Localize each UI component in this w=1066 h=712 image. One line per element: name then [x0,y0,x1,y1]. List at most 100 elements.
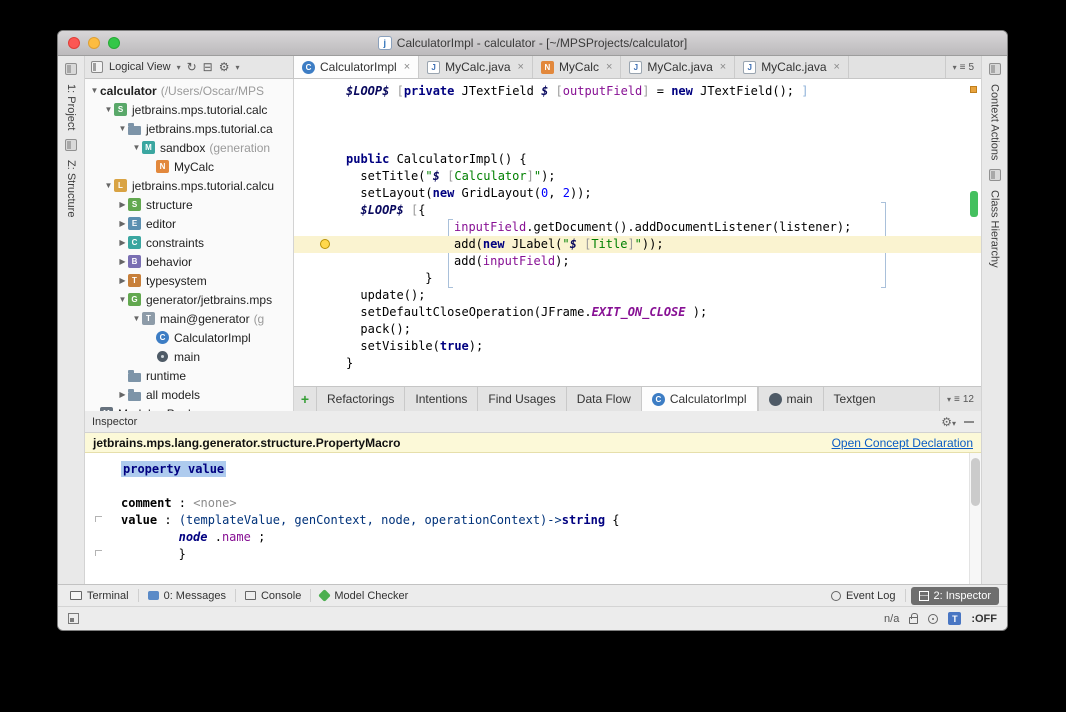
tool-tab-class-hierarchy[interactable]: Class Hierarchy [989,190,1001,268]
code-line[interactable]: public CalculatorImpl() { [294,151,981,168]
close-window-button[interactable] [68,37,80,49]
tool-tab-structure[interactable]: Z: Structure [65,160,77,217]
zoom-window-button[interactable] [108,37,120,49]
close-tab-icon[interactable]: × [834,61,840,73]
statusbar-button[interactable]: 0: Messages [144,590,230,602]
tab-overflow[interactable]: ▾ ≡ 5 [944,56,981,78]
warning-stripe-mark[interactable] [970,86,977,93]
tree-item[interactable]: ▶ all models [85,385,293,404]
chevron-down-icon[interactable]: ▾ [177,63,181,72]
window-titlebar[interactable]: j CalculatorImpl - calculator - [~/MPSPr… [58,31,1007,56]
tree-item[interactable]: main [85,347,293,366]
tree-item[interactable]: C CalculatorImpl [85,328,293,347]
tree-expand-arrow[interactable]: ▼ [103,181,114,190]
tree-expand-arrow[interactable]: ▼ [131,143,142,152]
tool-tab-project[interactable]: 1: Project [65,84,77,130]
bottom-tab[interactable]: Intentions [404,387,477,411]
hector-icon[interactable] [928,613,939,624]
editor-tab[interactable]: J MyCalc.java × [419,56,533,78]
code-line[interactable]: add(inputField); [294,253,981,270]
tool-tab-context-actions[interactable]: Context Actions [989,84,1001,160]
editor-tab[interactable]: N MyCalc × [533,56,622,78]
collapse-all-icon[interactable]: ⊟ [203,61,213,73]
tree-item[interactable]: ▶ Cconstraints [85,233,293,252]
close-tab-icon[interactable]: × [518,61,524,73]
tree-item[interactable]: ▼ Tmain@generator (g [85,309,293,328]
code-line[interactable]: } [294,270,981,287]
code-line[interactable]: pack(); [294,321,981,338]
tree-item[interactable]: ▶ Bbehavior [85,252,293,271]
tree-expand-arrow[interactable]: ▼ [89,86,100,95]
context-actions-tool-icon[interactable] [988,63,1001,75]
bottom-tab[interactable]: Refactorings [316,387,404,411]
inspector-hide-icon[interactable] [964,420,974,423]
toolwindow-switcher-icon[interactable] [68,613,79,624]
statusbar-button[interactable]: Model Checker [316,589,412,602]
editor-tab[interactable]: J MyCalc.java × [735,56,849,78]
statusbar-button[interactable]: Console [241,590,305,602]
refresh-icon[interactable]: ↻ [187,61,197,73]
bottom-tab[interactable]: main [757,387,823,411]
code-line[interactable] [294,117,981,134]
code-line[interactable] [294,100,981,117]
tree-item[interactable]: ▼ Msandbox (generation [85,138,293,157]
code-line[interactable]: inputField.getDocument().addDocumentList… [294,219,981,236]
lock-icon[interactable] [909,613,919,624]
tree-item[interactable]: runtime [85,366,293,385]
tree-item[interactable]: ▼ calculator (/Users/Oscar/MPS [85,81,293,100]
bottom-tab-overflow[interactable]: ▾ ≡ 12 [939,387,981,411]
tree-expand-arrow[interactable]: ▼ [117,295,128,304]
tree-item[interactable]: MModules Pool [85,404,293,411]
code-line[interactable]: comment : <none> [85,495,981,512]
code-line[interactable]: $LOOP$ [{ [294,202,981,219]
tree-expand-arrow[interactable]: ▶ [117,390,128,399]
minimize-window-button[interactable] [88,37,100,49]
tree-item[interactable]: ▶ Ttypesystem [85,271,293,290]
bottom-tab[interactable]: C CalculatorImpl [640,387,758,411]
code-line[interactable] [85,478,981,495]
close-tab-icon[interactable]: × [720,61,726,73]
editor-tab[interactable]: C CalculatorImpl × [294,56,420,78]
tab-list-icon[interactable]: ≡ [960,62,966,73]
tab-list-icon[interactable]: ≡ [954,394,960,405]
editor-tab[interactable]: J MyCalc.java × [621,56,736,78]
bottom-tab[interactable]: Textgen [822,387,886,411]
tree-item[interactable]: ▼ jetbrains.mps.tutorial.ca [85,119,293,138]
tree-item[interactable]: ▼ Sjetbrains.mps.tutorial.calc [85,100,293,119]
tree-expand-arrow[interactable]: ▶ [117,238,128,247]
code-line[interactable]: setLayout(new GridLayout(0, 2)); [294,185,981,202]
bottom-tab[interactable]: Data Flow [565,387,641,411]
code-line[interactable] [294,134,981,151]
tree-expand-arrow[interactable]: ▶ [117,200,128,209]
inspector-editor[interactable]: property value comment : <none> value : (… [85,453,981,584]
tree-item[interactable]: ▼ Ggenerator/jetbrains.mps [85,290,293,309]
tree-item[interactable]: ▼ Ljetbrains.mps.tutorial.calcu [85,176,293,195]
tree-expand-arrow[interactable]: ▼ [103,105,114,114]
code-line[interactable]: value : (templateValue, genContext, node… [85,512,981,529]
statusbar-button[interactable]: Terminal [66,590,133,602]
tree-item[interactable]: ▶ Eeditor [85,214,293,233]
code-line[interactable]: $LOOP$ [private JTextField $ [outputFiel… [294,83,981,100]
code-line[interactable]: setTitle("$ [Calculator]"); [294,168,981,185]
editor[interactable]: $LOOP$ [private JTextField $ [outputFiel… [294,79,981,386]
tree-item[interactable]: N MyCalc [85,157,293,176]
code-line[interactable]: add(new JLabel("$ [Title]")); [294,236,981,253]
add-tab-button[interactable]: + [294,387,316,411]
close-tab-icon[interactable]: × [404,61,410,73]
chevron-down-icon[interactable]: ▾ [947,395,951,404]
tree-expand-arrow[interactable]: ▶ [117,276,128,285]
inspector-settings-gear-icon[interactable]: ⚙▾ [941,415,956,429]
code-line[interactable]: node .name ; [85,529,981,546]
class-hierarchy-tool-icon[interactable] [988,169,1001,182]
intention-bulb-icon[interactable] [320,239,330,249]
code-line[interactable]: } [294,355,981,372]
close-tab-icon[interactable]: × [606,61,612,73]
statusbar-button[interactable]: 2: Inspector [910,586,999,605]
code-area[interactable]: $LOOP$ [private JTextField $ [outputFiel… [294,79,981,386]
code-line[interactable]: update(); [294,287,981,304]
tree-expand-arrow[interactable]: ▶ [117,219,128,228]
code-line[interactable]: setVisible(true); [294,338,981,355]
code-line[interactable]: } [85,546,981,563]
error-stripe[interactable] [967,79,981,386]
scroll-thumb-mark[interactable] [970,191,978,217]
